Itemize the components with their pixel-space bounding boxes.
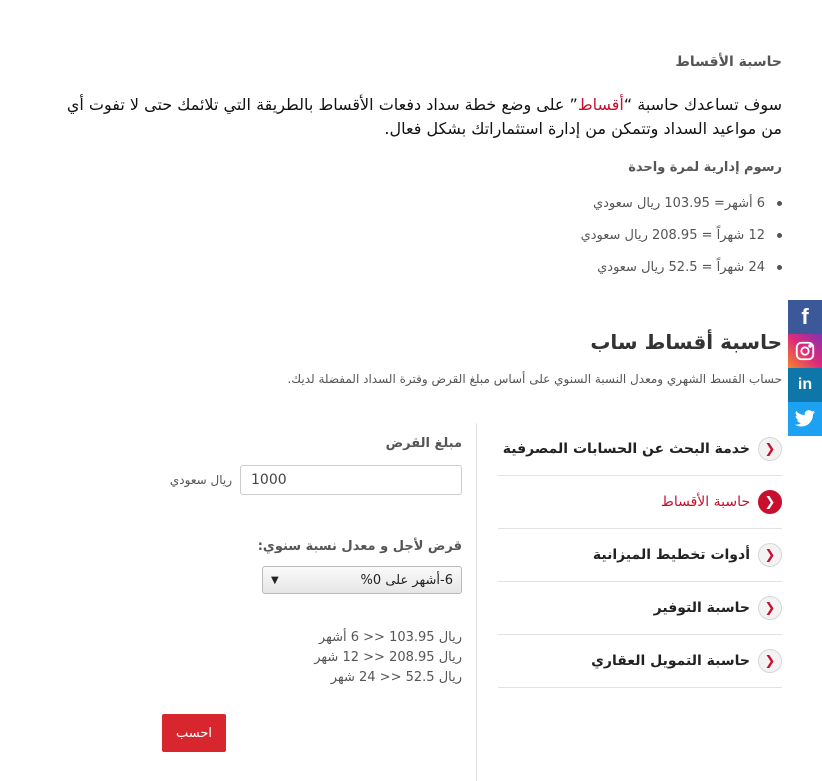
side-menu-item-installments-calculator[interactable]: ❮ حاسبة الأقساط	[498, 476, 782, 529]
instagram-icon[interactable]	[788, 334, 822, 368]
fee-item: 12 شهراً = 208.95 ريال سعودي	[581, 225, 782, 245]
fee-text: 12 شهراً = 208.95 ريال سعودي	[580, 227, 765, 243]
side-menu-label: حاسبة التوفير	[653, 600, 750, 616]
fee-item: 24 شهراً = 52.5 ريال سعودي	[581, 257, 782, 277]
calculator-form: مبلغ القرض ريال سعودي قرض لأجل و معدل نس…	[160, 436, 462, 752]
fee-text: 6 أشهر= 103.95 ريال سعودي	[592, 195, 765, 211]
intro-text-highlight: أقساط	[577, 95, 624, 114]
chevron-left-icon: ❮	[758, 543, 782, 567]
loan-term-label: قرض لأجل و معدل نسبة سنوي:	[257, 539, 462, 554]
chevron-left-icon: ❮	[758, 437, 782, 461]
intro-text-before: سوف تساعدك حاسبة “	[623, 95, 782, 114]
bullet-icon	[777, 264, 782, 270]
loan-term-selected: 6-أشهر على 0%	[360, 572, 453, 588]
fee-item: 6 أشهر= 103.95 ريال سعودي	[581, 193, 782, 213]
side-menu-label: حاسبة الأقساط	[660, 494, 750, 510]
side-menu: ❮ خدمة البحث عن الحسابات المصرفية ❮ حاسب…	[498, 423, 782, 688]
currency-label: ريال سعودي	[169, 473, 232, 487]
calculator-subtitle: حساب القسط الشهري ومعدل النسبة السنوي عل…	[287, 372, 782, 386]
result-line: ريال 208.95 << 12 شهر	[314, 650, 462, 665]
facebook-icon[interactable]: f	[788, 300, 822, 334]
fee-text: 24 شهراً = 52.5 ريال سعودي	[597, 259, 765, 275]
side-menu-label: أدوات تخطيط الميزانية	[592, 547, 750, 563]
fees-list: 6 أشهر= 103.95 ريال سعودي 12 شهراً = 208…	[581, 193, 782, 289]
intro-text: سوف تساعدك حاسبة “أقساط” على وضع خطة سدا…	[52, 93, 782, 141]
chevron-left-icon: ❮	[758, 596, 782, 620]
side-menu-label: حاسبة التمويل العقاري	[591, 653, 750, 669]
side-menu-item-mortgage-calculator[interactable]: ❮ حاسبة التمويل العقاري	[498, 635, 782, 688]
intro-title: حاسبة الأقساط	[675, 54, 782, 70]
fees-title: رسوم إدارية لمرة واحدة	[628, 160, 782, 175]
side-menu-item-bank-accounts-search[interactable]: ❮ خدمة البحث عن الحسابات المصرفية	[498, 423, 782, 476]
result-line: ريال 52.5 << 24 شهر	[330, 670, 462, 685]
bullet-icon	[777, 232, 782, 238]
column-divider	[476, 423, 477, 781]
installment-results: ريال 103.95 << 6 أشهر ريال 208.95 << 12 …	[160, 628, 462, 688]
loan-amount-input[interactable]	[240, 465, 462, 495]
loan-amount-label: مبلغ القرض	[385, 436, 462, 451]
loan-amount-row: ريال سعودي	[160, 465, 462, 495]
side-menu-item-budget-tools[interactable]: ❮ أدوات تخطيط الميزانية	[498, 529, 782, 582]
side-menu-item-savings-calculator[interactable]: ❮ حاسبة التوفير	[498, 582, 782, 635]
calculator-title: حاسبة أقساط ساب	[590, 330, 782, 354]
result-line: ريال 103.95 << 6 أشهر	[318, 630, 462, 645]
dropdown-arrow-icon: ▼	[271, 574, 279, 586]
chevron-left-icon: ❮	[758, 649, 782, 673]
chevron-left-icon: ❮	[758, 490, 782, 514]
side-menu-label: خدمة البحث عن الحسابات المصرفية	[502, 441, 750, 457]
bullet-icon	[777, 200, 782, 206]
linkedin-icon[interactable]: in	[788, 368, 822, 402]
social-bar: f in	[788, 300, 822, 436]
twitter-icon[interactable]	[788, 402, 822, 436]
calculate-button[interactable]: احسب	[162, 714, 226, 752]
loan-term-select[interactable]: 6-أشهر على 0% ▼	[262, 566, 462, 594]
